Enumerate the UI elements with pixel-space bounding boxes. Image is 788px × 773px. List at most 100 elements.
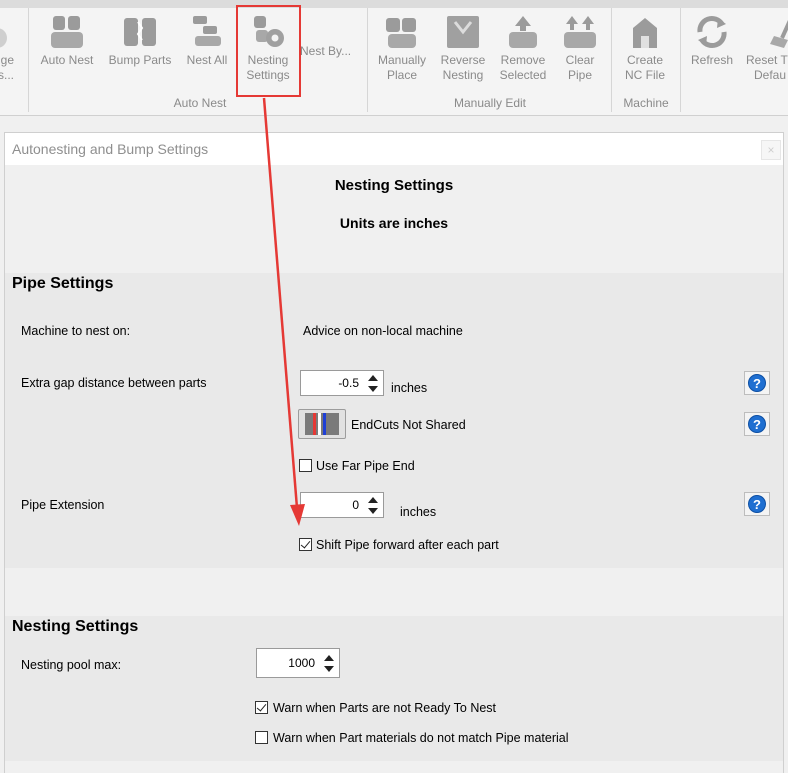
extension-up-arrow-icon[interactable] bbox=[368, 497, 378, 503]
create-nc-file-button[interactable]: Create NC File bbox=[618, 14, 672, 83]
create-nc-file-icon bbox=[633, 18, 657, 48]
nesting-settings-heading: Nesting Settings bbox=[334, 177, 454, 194]
warn-not-ready-checkbox[interactable] bbox=[255, 701, 268, 714]
endcuts-help-icon: ? bbox=[748, 415, 766, 433]
pipe-extension-unit: inches bbox=[400, 505, 437, 519]
bump-parts-label: Bump Parts bbox=[108, 53, 172, 67]
reverse-nesting-label-1: Reverse bbox=[440, 53, 486, 67]
ribbon-separator bbox=[680, 8, 681, 112]
endcuts-icon bbox=[305, 413, 339, 435]
pool-up-arrow-icon[interactable] bbox=[324, 655, 334, 661]
nest-by-button[interactable]: Nest By... bbox=[300, 44, 358, 59]
nesting-settings-label-1: Nesting bbox=[247, 53, 289, 67]
create-nc-file-label-2: NC File bbox=[624, 68, 665, 82]
refresh-icon bbox=[697, 16, 727, 48]
endcuts-label: EndCuts Not Shared bbox=[351, 418, 466, 432]
gap-help-button[interactable]: ? bbox=[744, 371, 770, 395]
ribbon-separator bbox=[28, 8, 29, 112]
reset-to-default-button[interactable]: Reset T Defau bbox=[746, 14, 788, 83]
gap-unit: inches bbox=[391, 381, 428, 395]
group-label-manually-edit: Manually Edit bbox=[453, 96, 527, 110]
manually-place-label-1: Manually bbox=[377, 53, 427, 67]
gap-help-icon: ? bbox=[748, 374, 766, 392]
gap-distance-stepper[interactable]: -0.5 bbox=[300, 370, 384, 396]
dialog-close-button[interactable]: × bbox=[761, 140, 781, 160]
dialog-title: Autonesting and Bump Settings bbox=[5, 133, 783, 165]
remove-selected-label-2: Selected bbox=[499, 68, 547, 82]
gap-down-arrow-icon[interactable] bbox=[368, 386, 378, 392]
group-label-machine: Machine bbox=[623, 96, 669, 110]
auto-nest-button[interactable]: Auto Nest bbox=[37, 14, 97, 68]
reverse-nesting-button[interactable]: Reverse Nesting bbox=[436, 14, 490, 83]
refresh-label: Refresh bbox=[690, 53, 734, 67]
nesting-settings-section-title: Nesting Settings bbox=[12, 618, 139, 635]
far-pipe-end-label: Use Far Pipe End bbox=[316, 459, 415, 473]
nesting-pool-stepper[interactable]: 1000 bbox=[256, 648, 340, 678]
pool-down-arrow-icon[interactable] bbox=[324, 666, 334, 672]
pipe-extension-value: 0 bbox=[352, 498, 359, 512]
nesting-settings-gear-icon bbox=[254, 16, 284, 47]
nesting-settings-button[interactable]: Nesting Settings bbox=[238, 14, 298, 83]
remove-selected-label-1: Remove bbox=[500, 53, 546, 67]
nest-all-icon bbox=[193, 16, 221, 46]
create-nc-file-label-1: Create bbox=[626, 53, 664, 67]
remove-selected-button[interactable]: Remove Selected bbox=[496, 14, 550, 83]
bump-parts-button[interactable]: Bump Parts bbox=[107, 14, 173, 68]
units-notice: Units are inches bbox=[339, 215, 449, 231]
machine-value: Advice on non-local machine bbox=[303, 324, 463, 338]
nesting-settings-section: Nesting Settings Nesting pool max: 1000 … bbox=[5, 616, 783, 761]
shift-pipe-checkbox[interactable] bbox=[299, 538, 312, 551]
ribbon-top-strip bbox=[0, 0, 788, 8]
ribbon-partial-left-label-1: ge bbox=[0, 53, 14, 67]
section-spacer bbox=[5, 568, 783, 616]
shift-pipe-label: Shift Pipe forward after each part bbox=[316, 538, 499, 552]
far-pipe-end-checkbox[interactable] bbox=[299, 459, 312, 472]
reverse-nesting-label-2: Nesting bbox=[442, 68, 484, 82]
auto-nest-label: Auto Nest bbox=[40, 53, 94, 67]
warn-not-ready-label: Warn when Parts are not Ready To Nest bbox=[273, 701, 497, 715]
clear-pipe-label-2: Pipe bbox=[567, 68, 593, 82]
reset-to-default-label-1: Reset T bbox=[746, 53, 788, 67]
ribbon-toolbar: ge s... Auto Nest Bump Parts Nest All Ne… bbox=[0, 0, 788, 116]
gap-up-arrow-icon[interactable] bbox=[368, 375, 378, 381]
extension-help-button[interactable]: ? bbox=[744, 492, 770, 516]
ribbon-partial-left-button[interactable]: ge s... bbox=[0, 14, 18, 83]
clear-pipe-label-1: Clear bbox=[565, 53, 595, 67]
refresh-button[interactable]: Refresh bbox=[686, 14, 738, 68]
autonesting-settings-dialog: Autonesting and Bump Settings × Nesting … bbox=[4, 132, 784, 773]
nest-all-label: Nest All bbox=[186, 53, 228, 67]
partial-icon bbox=[0, 28, 7, 48]
nest-all-button[interactable]: Nest All bbox=[184, 14, 230, 68]
warn-material-label: Warn when Part materials do not match Pi… bbox=[273, 731, 569, 745]
endcuts-help-button[interactable]: ? bbox=[744, 412, 770, 436]
machine-label: Machine to nest on: bbox=[21, 324, 131, 338]
group-label-auto-nest: Auto Nest bbox=[173, 96, 227, 110]
pipe-settings-section: Pipe Settings Machine to nest on: Advice… bbox=[5, 273, 783, 568]
auto-nest-icon bbox=[51, 16, 83, 48]
gap-label: Extra gap distance between parts bbox=[21, 376, 207, 390]
clear-pipe-button[interactable]: Clear Pipe bbox=[558, 14, 602, 83]
nest-by-label: Nest By... bbox=[300, 44, 352, 58]
ribbon-separator bbox=[367, 8, 368, 112]
reverse-nesting-icon bbox=[447, 16, 479, 48]
manually-place-icon bbox=[386, 18, 416, 48]
bump-parts-icon bbox=[124, 18, 156, 46]
nesting-pool-label: Nesting pool max: bbox=[21, 658, 122, 672]
pool-stepper-arrows[interactable] bbox=[323, 653, 335, 673]
manually-place-label-2: Place bbox=[386, 68, 418, 82]
gap-stepper-arrows[interactable] bbox=[367, 373, 379, 393]
gap-distance-value: -0.5 bbox=[338, 376, 359, 390]
extension-down-arrow-icon[interactable] bbox=[368, 508, 378, 514]
nesting-settings-label-2: Settings bbox=[246, 68, 290, 82]
reset-broom-icon bbox=[770, 19, 788, 48]
pipe-extension-label: Pipe Extension bbox=[21, 498, 105, 512]
endcuts-toggle-button[interactable] bbox=[298, 409, 346, 439]
clear-pipe-icon bbox=[564, 16, 596, 48]
pipe-extension-stepper[interactable]: 0 bbox=[300, 492, 384, 518]
extension-stepper-arrows[interactable] bbox=[367, 495, 379, 515]
extension-help-icon: ? bbox=[748, 495, 766, 513]
nesting-pool-value: 1000 bbox=[288, 656, 315, 670]
warn-material-checkbox[interactable] bbox=[255, 731, 268, 744]
reset-to-default-label-2: Defau bbox=[754, 68, 787, 82]
manually-place-button[interactable]: Manually Place bbox=[374, 14, 430, 83]
